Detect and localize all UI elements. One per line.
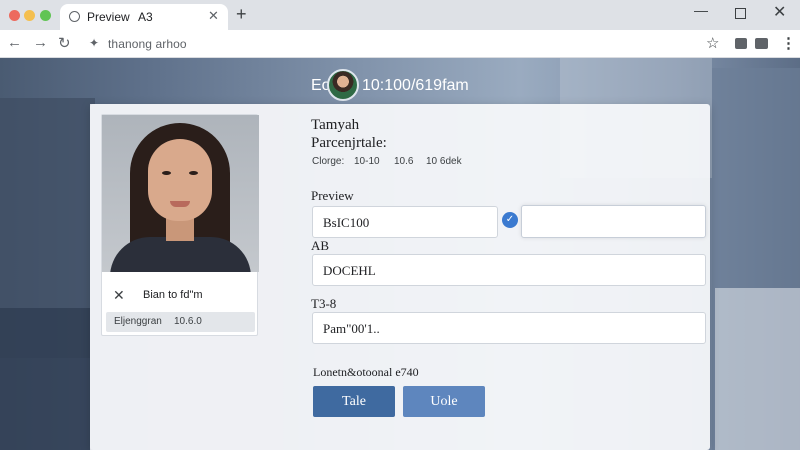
tab-subtitle: A3 xyxy=(138,10,153,24)
form-column: Tamyah Parcenjrtale: Clorge: 10-10 10.6 … xyxy=(283,104,710,450)
background-shape xyxy=(715,288,800,450)
maximize-icon[interactable] xyxy=(735,8,746,19)
profile-extension-icon[interactable] xyxy=(755,38,768,49)
t38-label: T3-8 xyxy=(311,296,337,311)
address-bar[interactable]: thanong arhoo xyxy=(108,37,187,51)
check-icon: ✓ xyxy=(502,212,518,228)
profile-name-row: ✕ Bian to fd"m xyxy=(102,285,259,307)
preview-secondary-input[interactable] xyxy=(521,205,706,238)
profile-card: ✕ Bian to fd"m Eljenggran 10.6.0 xyxy=(101,114,259,336)
browser-tab[interactable]: Preview A3 ✕ xyxy=(60,4,228,30)
form-card: ✕ Bian to fd"m Eljenggran 10.6.0 Tamyah … xyxy=(90,104,710,450)
browser-menu-icon[interactable]: ⋮ xyxy=(781,34,796,52)
back-arrow-icon[interactable]: ← xyxy=(7,34,22,51)
tab-favicon-icon xyxy=(69,11,80,22)
ab-label: AB xyxy=(311,238,330,253)
form-title: Tamyah xyxy=(311,117,360,133)
close-icon[interactable]: ✕ xyxy=(773,2,786,22)
secondary-button[interactable]: Uole xyxy=(403,386,485,417)
header-time: 10:100/619fam xyxy=(362,77,469,94)
t38-input[interactable]: Pam"00'1.. xyxy=(312,312,706,344)
minimize-window-button[interactable] xyxy=(24,10,35,21)
meta-value: 10.6 xyxy=(394,156,414,167)
profile-detail-row: Eljenggran 10.6.0 xyxy=(106,312,255,332)
minimize-icon[interactable]: — xyxy=(694,2,708,18)
profile-name: Bian to fd"m xyxy=(143,289,203,301)
primary-button[interactable]: Tale xyxy=(313,386,395,417)
new-tab-icon[interactable]: + xyxy=(236,4,247,25)
close-icon[interactable]: ✕ xyxy=(113,287,125,304)
preview-label: Preview xyxy=(311,188,354,203)
ab-input[interactable]: DOCEHL xyxy=(312,254,706,286)
close-window-button[interactable] xyxy=(9,10,20,21)
meta-value: 10-10 xyxy=(354,156,380,167)
tab-title: Preview xyxy=(87,10,130,24)
profile-detail-label: Eljenggran xyxy=(114,316,162,327)
profile-photo xyxy=(102,115,259,272)
reload-icon[interactable]: ↻ xyxy=(58,34,71,52)
page-background: Eola 10:100/619fam ✕ Bian to fd"m xyxy=(0,58,800,450)
tab-close-icon[interactable]: ✕ xyxy=(208,8,219,24)
browser-titlebar: Preview A3 ✕ + — ✕ xyxy=(0,0,800,30)
form-subtitle: Parcenjrtale: xyxy=(311,135,387,151)
preview-input[interactable]: BsIC100 xyxy=(312,206,498,238)
profile-detail-value: 10.6.0 xyxy=(174,316,202,327)
form-note: Lonetn&otoonal e740 xyxy=(313,365,419,379)
profile-column: ✕ Bian to fd"m Eljenggran 10.6.0 xyxy=(90,104,283,450)
site-info-icon[interactable]: ✦ xyxy=(89,36,99,50)
meta-value: 10 6dek xyxy=(426,156,462,167)
maximize-window-button[interactable] xyxy=(40,10,51,21)
forward-arrow-icon[interactable]: → xyxy=(33,34,48,51)
meta-label: Clorge: xyxy=(312,156,345,167)
background-shape xyxy=(0,308,90,450)
extension-icon[interactable] xyxy=(735,38,747,49)
browser-toolbar: ← → ↻ ✦ thanong arhoo ☆ ⋮ xyxy=(0,30,800,58)
bookmark-star-icon[interactable]: ☆ xyxy=(706,34,719,52)
header-avatar[interactable] xyxy=(327,69,359,101)
page-header: Eola 10:100/619fam xyxy=(0,68,800,101)
